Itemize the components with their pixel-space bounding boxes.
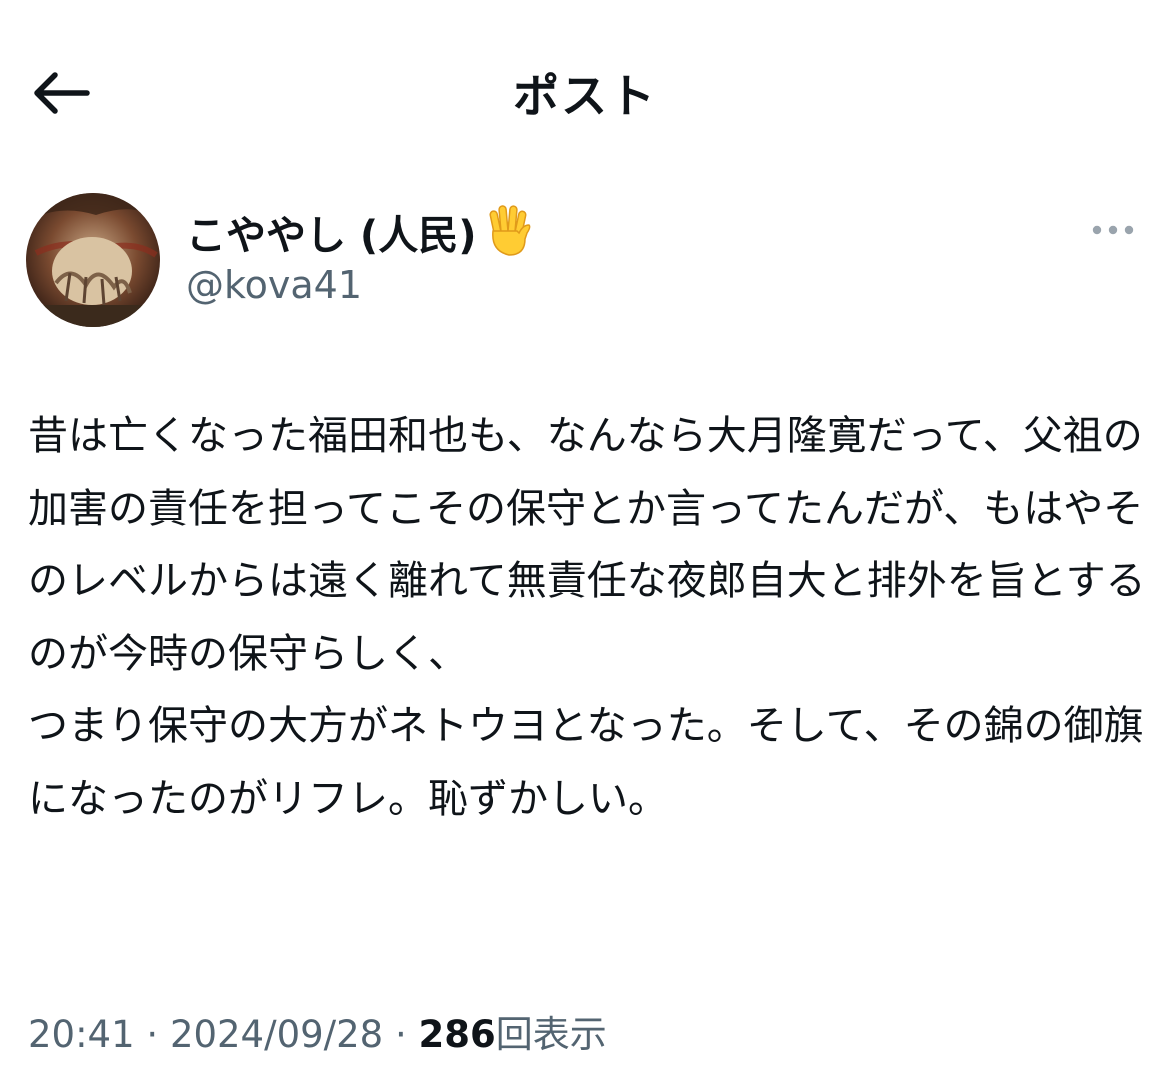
- views-count[interactable]: 286: [419, 1013, 496, 1056]
- post-text: 昔は亡くなった福田和也も、なんなら大月隆寛だって、父祖の加害の責任を担ってこその…: [28, 413, 1146, 822]
- post-date[interactable]: 2024/09/28: [170, 1013, 383, 1056]
- more-horizontal-icon: [1092, 225, 1134, 235]
- views-label: 回表示: [495, 1013, 607, 1056]
- raised-hand-fingers-splayed-icon: [483, 203, 535, 269]
- author-display-name-text: こややし (人民): [186, 213, 477, 259]
- page-title: ポスト: [513, 69, 657, 123]
- profile-avatar-image: [26, 193, 160, 327]
- meta-separator: ·: [146, 1013, 159, 1056]
- author-display-name[interactable]: こややし (人民): [186, 203, 535, 269]
- post-meta: 20:41 · 2024/09/28 · 286回表示: [28, 1004, 607, 1058]
- more-options-button[interactable]: [1088, 215, 1138, 245]
- post-author: こややし (人民) @kova41: [26, 193, 1144, 328]
- avatar[interactable]: [26, 193, 160, 327]
- post-time[interactable]: 20:41: [28, 1013, 135, 1056]
- author-handle[interactable]: @kova41: [186, 263, 362, 307]
- top-bar: ポスト: [0, 0, 1170, 180]
- meta-separator: ·: [394, 1013, 407, 1056]
